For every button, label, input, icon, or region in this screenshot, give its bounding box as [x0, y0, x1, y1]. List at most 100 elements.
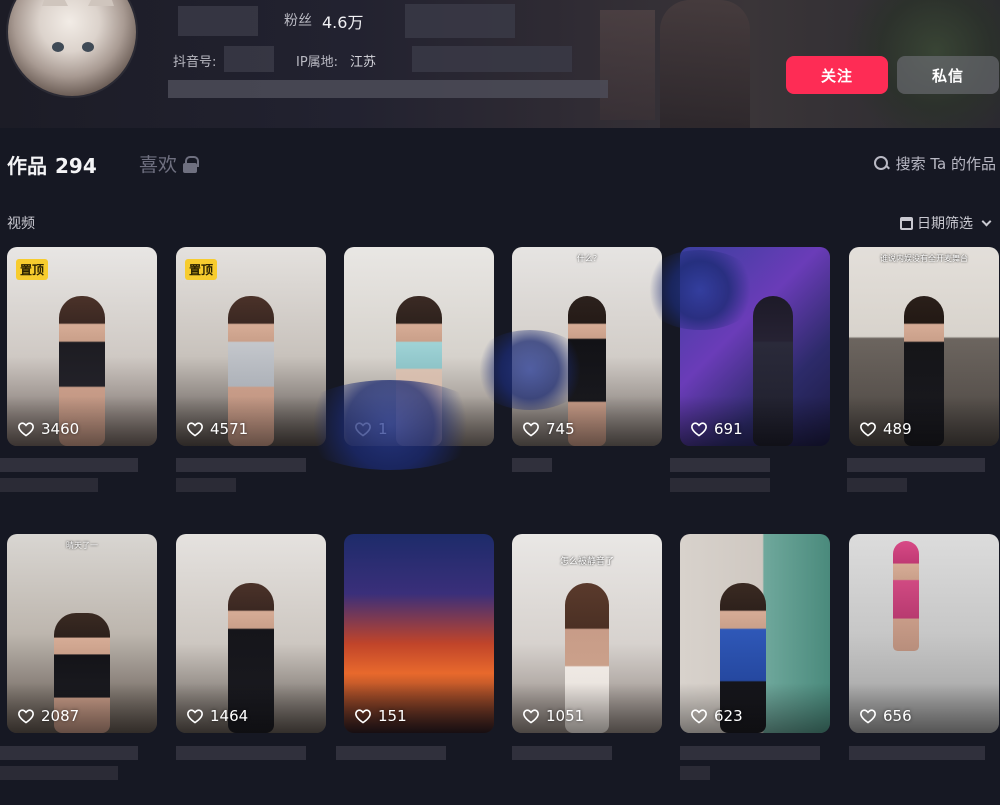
tab-works-count: 294 [55, 154, 97, 178]
heart-icon [355, 709, 371, 724]
image-artifact [640, 250, 760, 330]
heart-icon [18, 709, 34, 724]
header-background-shelf [600, 10, 655, 120]
like-count: 4571 [186, 420, 248, 438]
image-artifact [290, 380, 490, 470]
avatar[interactable] [6, 0, 138, 98]
video-card[interactable]: 1464 [176, 534, 326, 733]
video-card[interactable]: 谁说内娱没有全开麦舞台 489 [849, 247, 999, 446]
video-caption: 晴天了一 [66, 541, 98, 550]
like-count: 745 [522, 420, 575, 438]
douyin-id-label: 抖音号: [173, 55, 217, 70]
message-button[interactable]: 私信 [897, 56, 999, 94]
tab-likes[interactable]: 喜欢 [139, 150, 200, 177]
video-caption: 什么? [576, 254, 598, 263]
heart-icon [187, 422, 203, 437]
tab-works[interactable]: 作品 294 [7, 150, 97, 179]
heart-icon [18, 422, 34, 437]
redacted-video-title [680, 766, 710, 780]
like-count: 3460 [17, 420, 79, 438]
redacted-video-title [512, 746, 612, 760]
video-thumbnail-figure [893, 541, 919, 651]
like-count-value: 3460 [41, 420, 80, 438]
chevron-down-icon [981, 216, 992, 226]
ip-location-label: IP属地: [296, 55, 339, 70]
like-count-value: 1464 [210, 707, 249, 725]
like-count-value: 656 [883, 707, 912, 725]
heart-icon [860, 422, 876, 437]
redacted-video-title [0, 458, 138, 472]
redacted-video-title [176, 746, 306, 760]
lock-icon [183, 155, 200, 173]
redacted-field [405, 4, 515, 38]
like-count-value: 151 [378, 707, 407, 725]
follow-button[interactable]: 关注 [786, 56, 888, 94]
date-filter-dropdown[interactable]: 日期筛选 [900, 213, 994, 233]
fans-label: 粉丝 [284, 13, 312, 29]
calendar-icon [900, 216, 913, 230]
redacted-douyin-id [224, 46, 274, 72]
like-count: 1051 [522, 707, 584, 725]
heart-icon [523, 709, 539, 724]
like-count-value: 1051 [546, 707, 585, 725]
like-count-value: 745 [546, 420, 575, 438]
heart-icon [187, 709, 203, 724]
like-count-value: 623 [714, 707, 743, 725]
redacted-video-title [847, 458, 985, 472]
redacted-video-title [176, 478, 236, 492]
redacted-video-title [670, 458, 770, 472]
pinned-badge: 置顶 [185, 259, 218, 280]
redacted-bio [168, 80, 608, 98]
like-count-value: 489 [883, 420, 912, 438]
avatar-ear [42, 0, 68, 6]
avatar-eye [82, 42, 94, 52]
heart-icon [691, 422, 707, 437]
heart-icon [523, 422, 539, 437]
like-count: 623 [690, 707, 743, 725]
like-count-value: 691 [714, 420, 743, 438]
like-count-value: 4571 [210, 420, 249, 438]
video-card[interactable]: 怎么被静音了 1051 [512, 534, 662, 733]
redacted-video-title [512, 458, 552, 472]
like-count: 2087 [17, 707, 79, 725]
video-card[interactable]: 置顶 3460 [7, 247, 157, 446]
video-caption: 谁说内娱没有全开麦舞台 [880, 254, 968, 263]
section-title: 视频 [7, 216, 35, 232]
fans-count: 4.6万 [322, 13, 364, 32]
like-count: 656 [859, 707, 912, 725]
video-card[interactable]: 656 [849, 534, 999, 733]
search-works-button[interactable]: 搜索 Ta 的作品 [873, 153, 996, 174]
like-count: 691 [690, 420, 743, 438]
redacted-video-title [0, 746, 138, 760]
header-background-figure [660, 0, 750, 128]
like-count: 489 [859, 420, 912, 438]
search-icon [873, 155, 890, 172]
redacted-video-title [680, 746, 820, 760]
tab-likes-label: 喜欢 [139, 154, 178, 176]
redacted-video-title [0, 478, 98, 492]
like-count: 151 [354, 707, 407, 725]
redacted-video-title [670, 478, 770, 492]
like-count-value: 2087 [41, 707, 80, 725]
redacted-video-title [0, 766, 118, 780]
redacted-video-title [849, 746, 985, 760]
search-works-label: 搜索 Ta 的作品 [895, 155, 996, 173]
redacted-video-title [336, 746, 446, 760]
heart-icon [860, 709, 876, 724]
avatar-eye [52, 42, 64, 52]
redacted-video-title [847, 478, 907, 492]
image-artifact [470, 330, 590, 410]
redacted-nickname [178, 6, 258, 36]
ip-location-value: 江苏 [350, 55, 377, 70]
video-caption: 怎么被静音了 [559, 557, 614, 567]
video-card[interactable]: 623 [680, 534, 830, 733]
avatar-ear [88, 0, 114, 6]
date-filter-label: 日期筛选 [917, 216, 973, 232]
video-card[interactable]: 晴天了一 2087 [7, 534, 157, 733]
heart-icon [691, 709, 707, 724]
video-card[interactable]: 151 [344, 534, 494, 733]
tab-works-label: 作品 [7, 154, 47, 178]
pinned-badge: 置顶 [16, 259, 49, 280]
redacted-video-title [176, 458, 306, 472]
profile-header: 粉丝 4.6万 抖音号: IP属地: 江苏 关注 私信 [0, 0, 1000, 128]
